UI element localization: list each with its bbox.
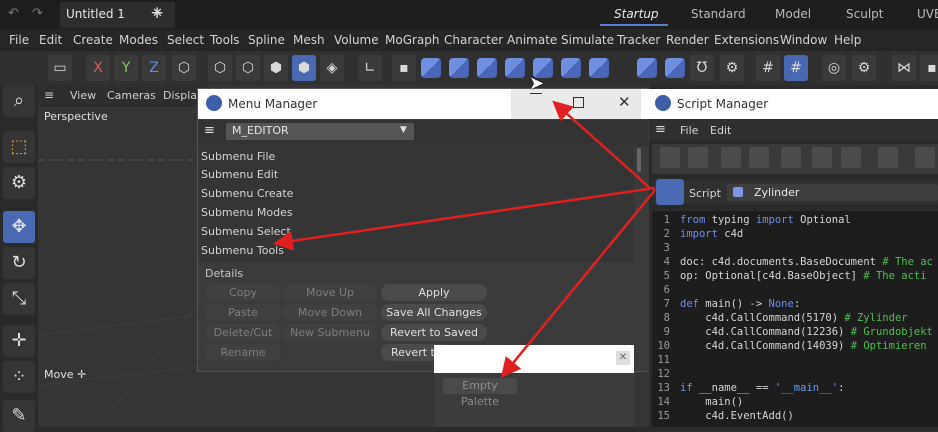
arrow-to-minimize [552,100,651,189]
arrow-to-submenu-tools [273,186,656,251]
arrow-to-empty-palette [500,189,656,378]
annotation-arrows [273,100,656,378]
